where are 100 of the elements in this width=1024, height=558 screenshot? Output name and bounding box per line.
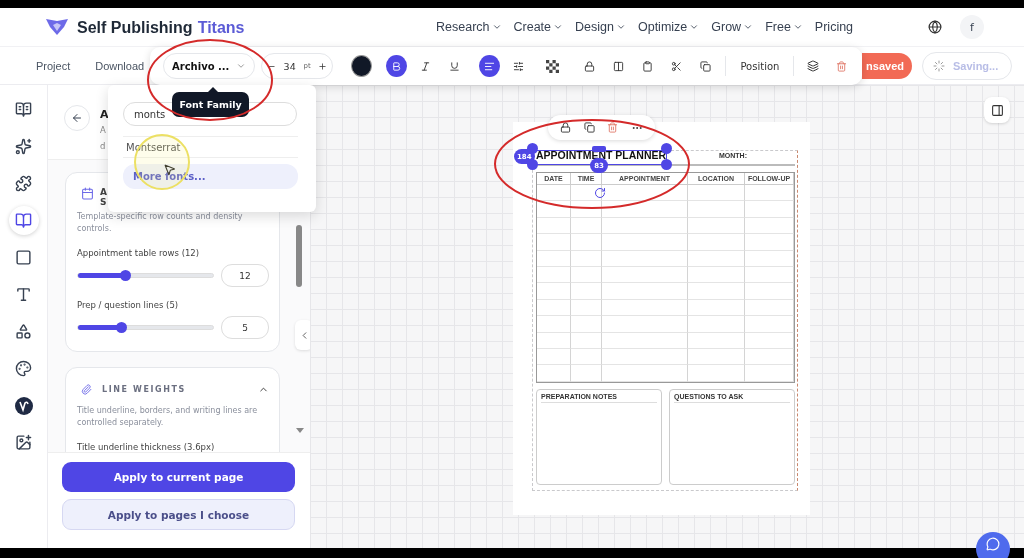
table-cell [537,250,571,267]
slider-thumb[interactable] [116,322,128,333]
card-subtitle: S [100,197,107,207]
panel-description: d [100,139,107,153]
table-cell [688,234,745,251]
rotate-button[interactable] [594,187,606,199]
palette-icon [15,360,32,377]
table-cell [571,332,602,349]
chat-icon [986,537,1000,551]
brand-name: Self Publishing [77,18,193,36]
slider-label: Appointment table rows (12) [77,248,201,258]
table-cell [745,283,794,300]
nav-link[interactable]: Design [575,20,626,34]
table-cell [745,234,794,251]
nav-link[interactable]: Create [513,20,564,34]
slider-track[interactable] [77,325,214,330]
field-label: Title underline thickness (3.6px) [77,442,216,452]
italic-icon [420,60,432,72]
back-arrow-icon [71,112,83,124]
back-button[interactable] [64,105,90,131]
resize-handle[interactable] [661,159,672,170]
table-cell [688,283,745,300]
slider-track[interactable] [77,273,214,278]
calendar-icon [81,187,94,200]
align-left-button[interactable] [478,55,500,77]
table-cell [571,217,602,235]
book-icon [15,101,32,118]
table-cell [537,365,571,382]
sliders-icon [512,60,524,72]
user-avatar[interactable]: f [960,15,984,39]
slider-label: Prep / question lines (5) [77,300,180,310]
table-cell [745,365,794,382]
table-cell [688,250,745,267]
columns-icon [613,60,625,72]
value-field[interactable]: 5 [221,316,269,339]
slider-thumb[interactable] [120,270,132,281]
table-cell [571,348,602,366]
lock-icon [560,122,572,133]
lock-icon [584,60,596,72]
table-cell [745,332,794,349]
table-cell [688,185,745,202]
table-cell [537,299,571,317]
lock-button[interactable] [560,122,572,133]
bold-icon [391,60,403,72]
value-field[interactable]: 12 [221,264,269,287]
table-cell [745,217,794,235]
nav-link[interactable]: Research [436,20,502,34]
menu-link[interactable]: Download [95,59,145,72]
rotate-icon [594,187,606,199]
color-swatch[interactable] [351,55,373,77]
nav-link[interactable]: Free [765,20,803,34]
nav-link[interactable]: Grow [711,20,754,34]
logo-icon [44,17,70,37]
table-cell [688,217,745,235]
layers-icon [806,60,819,72]
chevron-down-icon [792,22,803,32]
chevron-down-icon [553,22,564,32]
table-cell [571,299,602,317]
table-cell [537,201,571,218]
table-cell [537,316,571,333]
chevron-down-icon [491,22,502,32]
nav-link[interactable]: Optimize [637,20,700,34]
font-family-tooltip: Font Family [172,92,249,117]
resize-handle[interactable] [592,146,606,152]
chevron-down-icon [743,22,754,32]
underline-icon [448,60,460,72]
increase-button[interactable] [318,61,328,71]
scroll-down-arrow[interactable] [296,428,304,433]
panel-toggle-button[interactable] [984,97,1010,123]
menu-link[interactable]: Project [36,59,71,72]
section-title: LINE WEIGHTS [102,385,187,394]
trash-icon [836,60,848,72]
nav-link[interactable]: Pricing [814,20,854,34]
copy-icon [583,122,595,133]
table-cell [571,185,602,202]
table-cell [537,332,571,349]
table-cell [571,266,602,284]
rail-button[interactable] [8,206,39,235]
apply-button[interactable]: Apply to current page [62,462,295,492]
table-cell [745,299,794,317]
chevron-down-icon [689,22,700,32]
plus-icon [318,61,328,71]
card-title: A [100,187,107,197]
font-select[interactable]: Archivo ... [163,53,255,79]
chevron-down-icon [235,61,246,71]
table-cell [745,250,794,267]
checker-icon [546,59,560,73]
shapes-icon [15,323,32,340]
table-cell [688,266,745,284]
table-cell [688,332,745,349]
table-cell [688,365,745,382]
panel-title: A [100,108,109,121]
copy-button[interactable] [583,122,595,133]
table-cell [745,185,794,202]
position-button[interactable]: Position [736,60,784,72]
scrollbar-thumb[interactable] [296,225,302,287]
bold-button[interactable] [386,55,408,77]
font-size-value[interactable]: 34 [283,60,296,72]
apply-button[interactable]: Apply to pages I choose [62,499,295,530]
table-cell [688,316,745,333]
